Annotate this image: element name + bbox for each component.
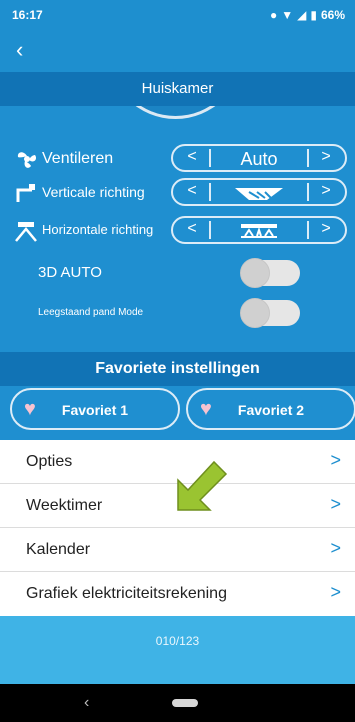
battery-percent: 66%: [320, 8, 345, 22]
wifi-icon: ▼: [281, 8, 294, 22]
favorites-row: ♥ Favoriet 1 ♥ Favoriet 2: [0, 386, 355, 440]
vacant-row: Leegstaand pand Mode: [14, 298, 349, 328]
page-counter: 010/123: [155, 634, 200, 648]
fan-next-button[interactable]: >: [311, 148, 341, 166]
vertical-label: Verticale richting: [42, 184, 145, 200]
favorite-2-button[interactable]: ♥ Favoriet 2: [186, 388, 355, 430]
favorites-title: Favoriete instellingen: [0, 352, 355, 386]
menu-item-grafiek[interactable]: Grafiek elektriciteitsrekening >: [0, 572, 355, 616]
auto3d-row: 3D AUTO: [14, 258, 349, 288]
vertical-louver-icon: [14, 182, 38, 204]
menu-item-kalender[interactable]: Kalender >: [0, 528, 355, 572]
page-title: Huiskamer: [0, 72, 355, 106]
chevron-right-icon: >: [330, 450, 341, 470]
vertical-selector: < >: [171, 178, 347, 206]
toggle-knob: [240, 298, 270, 328]
system-back-icon[interactable]: ‹: [84, 694, 89, 712]
annotation-arrow-icon: [177, 460, 228, 511]
home-pill-icon[interactable]: [172, 699, 198, 707]
favorite-label: Favoriet 2: [237, 402, 305, 418]
horizontal-selector: < >: [171, 216, 347, 244]
vertical-next-button[interactable]: >: [311, 182, 341, 200]
horizontal-louver-graphic: [211, 221, 307, 246]
vacant-toggle[interactable]: [240, 298, 300, 328]
eye-icon: ●: [269, 8, 278, 22]
temperature-dial: [108, 106, 243, 119]
fan-prev-button[interactable]: <: [177, 148, 207, 166]
vertical-prev-button[interactable]: <: [177, 182, 207, 200]
favorite-label: Favoriet 1: [61, 402, 129, 418]
control-panel: Ventileren < Auto > Verticale richting <: [0, 106, 355, 352]
fan-icon: [14, 148, 38, 170]
menu-item-label: Opties: [26, 453, 73, 470]
auto3d-label: 3D AUTO: [38, 264, 102, 281]
back-icon[interactable]: ‹: [16, 37, 23, 63]
vertical-row: Verticale richting < >: [14, 178, 349, 208]
battery-icon: ▮: [310, 8, 317, 22]
status-time: 16:17: [12, 8, 43, 22]
horizontal-louver-icon: [14, 220, 38, 242]
menu-item-label: Grafiek elektriciteitsrekening: [26, 585, 227, 602]
status-icons: ● ▼ ◢ ▮ 66%: [270, 8, 345, 22]
system-nav-bar: ‹: [0, 684, 355, 722]
top-nav: ‹: [0, 30, 355, 72]
auto3d-toggle[interactable]: [240, 258, 300, 288]
chevron-right-icon: >: [330, 582, 341, 602]
horizontal-label: Horizontale richting: [42, 222, 154, 237]
chevron-right-icon: >: [330, 494, 341, 514]
status-bar: 16:17 ● ▼ ◢ ▮ 66%: [0, 0, 355, 30]
divider: [307, 183, 309, 201]
toggle-knob: [240, 258, 270, 288]
divider: [307, 221, 309, 239]
vertical-louver-graphic: [211, 183, 307, 208]
menu-item-label: Kalender: [26, 541, 91, 558]
fan-label: Ventileren: [42, 150, 114, 167]
menu-item-label: Weektimer: [26, 497, 103, 514]
fan-selector: < Auto >: [171, 144, 347, 172]
vacant-label: Leegstaand pand Mode: [38, 307, 144, 318]
signal-icon: ◢: [297, 8, 307, 22]
divider: [307, 149, 309, 167]
horizontal-row: Horizontale richting < >: [14, 216, 349, 246]
favorite-1-button[interactable]: ♥ Favoriet 1: [10, 388, 180, 430]
fan-row: Ventileren < Auto >: [14, 144, 349, 174]
footer: 010/123: [0, 616, 355, 684]
fan-value: Auto: [240, 149, 278, 169]
horizontal-next-button[interactable]: >: [311, 220, 341, 238]
horizontal-prev-button[interactable]: <: [177, 220, 207, 238]
chevron-right-icon: >: [330, 538, 341, 558]
